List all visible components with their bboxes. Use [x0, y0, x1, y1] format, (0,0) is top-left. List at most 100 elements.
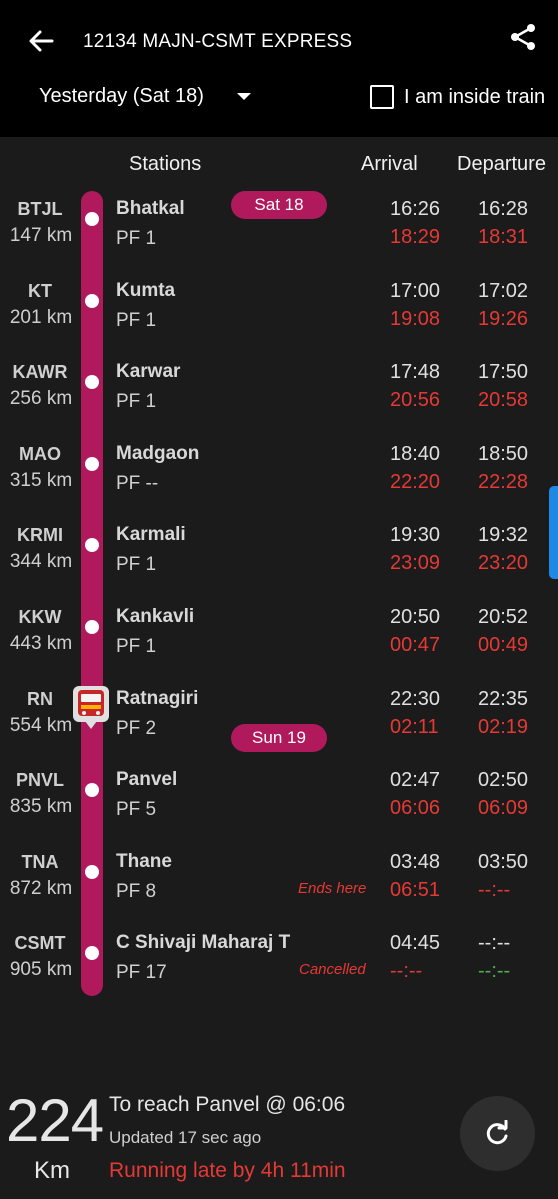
station-platform: PF -- [116, 472, 159, 494]
scheduled-arrival: 20:50 [390, 606, 441, 628]
station-name[interactable]: Kumta [116, 280, 175, 302]
scroll-indicator[interactable] [549, 486, 558, 579]
app-bar [0, 0, 558, 137]
actual-arrival: 23:09 [390, 552, 441, 575]
station-distance: 344 km [9, 551, 73, 573]
share-icon[interactable] [508, 22, 538, 52]
actual-arrival: 18:29 [390, 226, 441, 248]
station-platform: PF 1 [116, 636, 157, 657]
page-title: 12134 MAJN-CSMT EXPRESS [83, 31, 353, 52]
scheduled-arrival: 16:26 [390, 198, 441, 220]
station-code: MAO [19, 443, 61, 464]
station-distance: 554 km [9, 714, 73, 736]
actual-arrival: 00:47 [390, 634, 441, 656]
scheduled-arrival: 17:48 [390, 361, 441, 384]
station-platform: PF 1 [116, 309, 157, 331]
station-distance: 835 km [9, 796, 73, 818]
station-code: KKW [18, 607, 62, 627]
station-status-note: Ends here [298, 879, 367, 897]
station-code: PNVL [15, 770, 64, 791]
station-distance: 872 km [9, 877, 73, 899]
scheduled-arrival: 22:30 [390, 687, 441, 710]
station-name[interactable]: Karmali [116, 524, 186, 546]
actual-departure: 02:19 [478, 715, 529, 738]
actual-arrival: 20:56 [390, 389, 441, 412]
back-arrow-icon[interactable] [26, 26, 56, 56]
actual-arrival: 06:06 [390, 797, 441, 820]
scheduled-arrival: 02:47 [390, 769, 441, 792]
inside-train-checkbox[interactable] [370, 85, 394, 109]
station-dot [85, 864, 99, 879]
station-name[interactable]: Bhatkal [116, 198, 185, 220]
station-code: RN [27, 688, 53, 709]
station-platform: PF 1 [116, 391, 157, 413]
distance-remaining: 224 [6, 1087, 104, 1154]
scheduled-arrival: 03:48 [390, 850, 441, 873]
station-distance: 201 km [9, 306, 73, 328]
column-header-arrival: Arrival [361, 153, 418, 175]
station-code: KAWR [12, 362, 68, 383]
station-platform: PF 5 [116, 799, 157, 821]
reach-info: To reach Panvel @ 06:06 [109, 1093, 346, 1116]
station-name[interactable]: Kankavli [116, 606, 194, 628]
station-code: CSMT [14, 933, 66, 954]
scheduled-departure: 02:50 [478, 769, 529, 792]
station-name[interactable]: Panvel [116, 769, 177, 791]
station-dot [85, 293, 99, 308]
scheduled-departure: 03:50 [478, 850, 529, 873]
scheduled-departure: 17:02 [478, 279, 529, 302]
scheduled-arrival: 18:40 [390, 442, 441, 465]
actual-departure: 18:31 [478, 226, 529, 248]
station-name[interactable]: Ratnagiri [116, 688, 198, 710]
station-platform: PF 8 [116, 880, 157, 902]
actual-arrival: 02:11 [390, 715, 439, 738]
distance-unit: Km [34, 1157, 70, 1184]
station-dot [85, 456, 99, 471]
day-pill-sun: Sun 19 [231, 724, 327, 752]
actual-departure: 19:26 [478, 307, 529, 330]
station-name[interactable]: C Shivaji Maharaj T [116, 932, 290, 954]
actual-departure: 00:49 [478, 634, 529, 656]
actual-departure: 20:58 [478, 389, 529, 412]
late-status: Running late by 4h 11min [109, 1159, 346, 1182]
chevron-down-icon[interactable] [237, 93, 251, 100]
station-code: BTJL [17, 199, 63, 219]
date-selector[interactable]: Yesterday (Sat 18) [39, 85, 204, 108]
scheduled-departure: 16:28 [478, 198, 529, 220]
actual-departure: 23:20 [478, 552, 529, 575]
station-distance: 443 km [9, 633, 73, 654]
station-platform: PF 1 [116, 554, 157, 576]
scheduled-departure: 22:35 [478, 687, 529, 710]
station-code: TNA [21, 851, 59, 872]
inside-train-label[interactable]: I am inside train [404, 86, 545, 109]
train-icon [73, 686, 109, 729]
actual-arrival: --:-- [390, 960, 423, 983]
scheduled-arrival: 19:30 [390, 524, 441, 547]
actual-arrival: 06:51 [390, 878, 441, 901]
station-name[interactable]: Karwar [116, 361, 180, 383]
station-dot [85, 212, 99, 226]
station-distance: 315 km [9, 469, 73, 491]
updated-time: Updated 17 sec ago [109, 1128, 262, 1147]
station-distance: 256 km [9, 388, 73, 410]
scheduled-departure: 20:52 [478, 606, 529, 628]
station-code: KRMI [17, 525, 63, 546]
station-platform: PF 2 [116, 717, 157, 739]
station-status-note: Cancelled [299, 961, 366, 979]
refresh-icon [486, 1120, 508, 1145]
actual-arrival: 19:08 [390, 307, 441, 330]
actual-departure: 06:09 [478, 797, 529, 820]
scheduled-arrival: 04:45 [390, 932, 441, 955]
station-platform: PF 17 [116, 962, 167, 984]
scheduled-departure: 17:50 [478, 361, 529, 384]
scheduled-arrival: 17:00 [390, 279, 441, 302]
station-name[interactable]: Madgaon [116, 443, 199, 465]
station-code: KT [28, 280, 52, 301]
column-header-stations: Stations [129, 153, 202, 175]
scheduled-departure: 18:50 [478, 442, 529, 465]
refresh-button[interactable] [460, 1096, 535, 1171]
scheduled-departure: --:-- [478, 932, 511, 955]
station-distance: 147 km [9, 225, 73, 246]
scheduled-departure: 19:32 [478, 524, 529, 547]
station-name[interactable]: Thane [116, 851, 172, 873]
